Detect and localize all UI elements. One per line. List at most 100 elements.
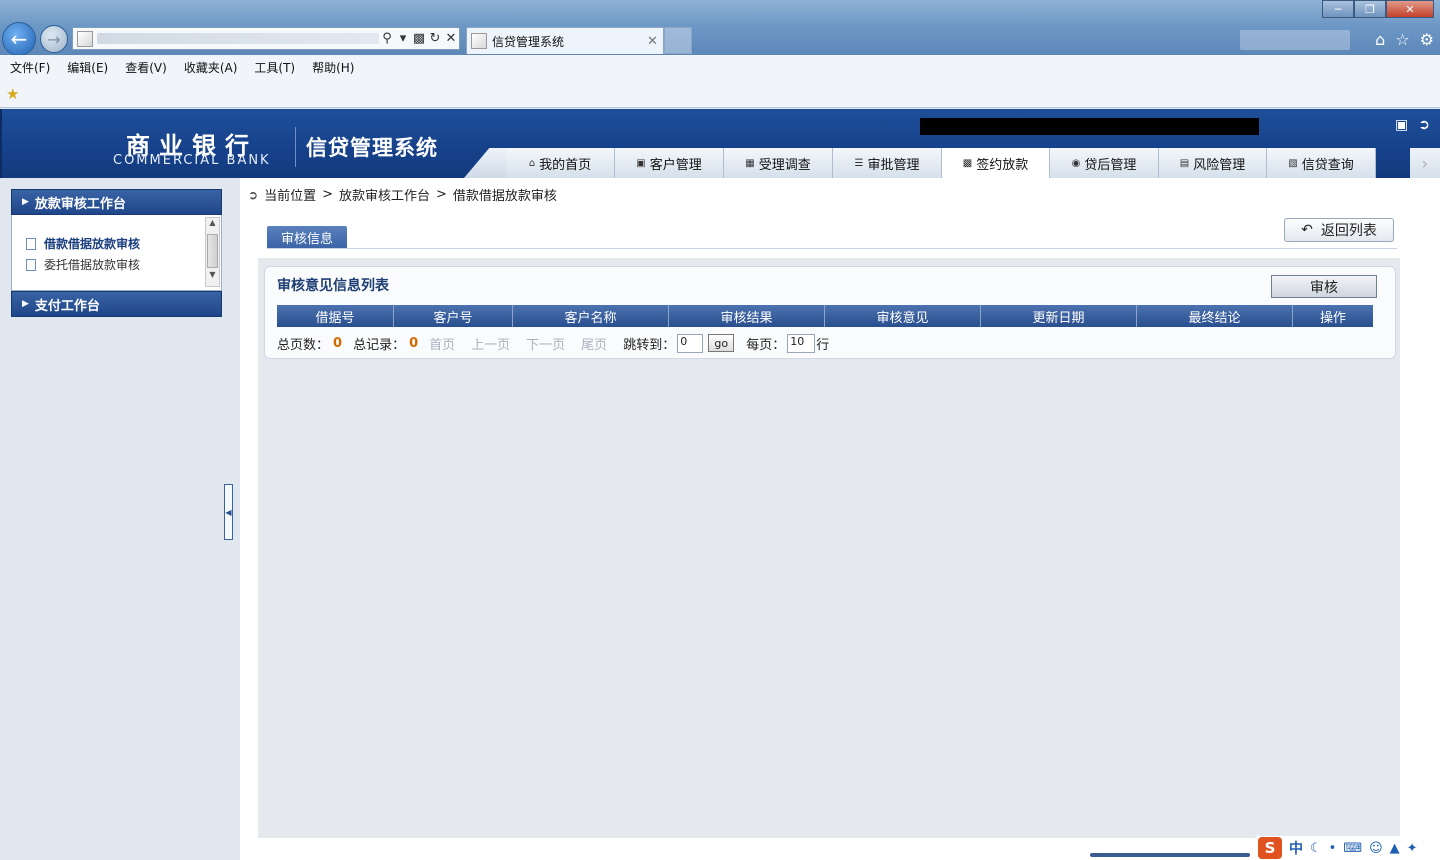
tab-risk[interactable]: ▤ 风险管理 <box>1159 148 1267 178</box>
stop-icon[interactable]: ✕ <box>443 31 459 46</box>
column-final-conclusion[interactable]: 最终结论 <box>1137 305 1293 327</box>
user-info-redacted <box>920 118 1259 135</box>
tab-customer[interactable]: ▣ 客户管理 <box>615 148 724 178</box>
sidebar-scrollbar[interactable]: ▲ ▼ <box>205 217 220 287</box>
close-window-button[interactable]: ✕ <box>1386 0 1434 18</box>
document-icon <box>26 237 36 250</box>
scroll-thumb[interactable] <box>207 234 218 268</box>
tab-label: 贷后管理 <box>1084 157 1137 173</box>
wrench-icon[interactable]: ✦ <box>1407 841 1418 856</box>
moon-icon[interactable]: ☾ <box>1310 841 1322 856</box>
image-icon: ▦ <box>745 157 755 169</box>
user-icon[interactable]: ☺ <box>1369 841 1383 856</box>
column-receipt-no[interactable]: 借据号 <box>277 305 394 327</box>
forward-button[interactable]: → <box>40 25 68 53</box>
back-button[interactable]: ← <box>2 22 36 56</box>
address-url-blurred[interactable] <box>97 33 379 44</box>
horizontal-scrollbar[interactable] <box>1090 853 1250 857</box>
column-customer-name[interactable]: 客户名称 <box>513 305 669 327</box>
nav-scroll-right[interactable]: › <box>1410 148 1440 178</box>
page-size-input[interactable]: 10 <box>787 333 816 353</box>
tab-label: 我的首页 <box>539 157 592 173</box>
column-customer-no[interactable]: 客户号 <box>394 305 513 327</box>
tab-label: 签约放款 <box>976 157 1029 173</box>
browser-tab-active[interactable]: 信贷管理系统 ✕ <box>466 27 664 54</box>
monitor-icon[interactable]: ▣ <box>1395 117 1408 133</box>
total-records-value: 0 <box>409 335 419 351</box>
sogou-logo-icon[interactable]: S <box>1258 837 1282 859</box>
breadcrumb-level1[interactable]: 放款审核工作台 <box>339 185 430 204</box>
list-icon: ☰ <box>854 157 864 169</box>
refresh-icon[interactable]: ↻ <box>427 31 443 46</box>
audit-opinion-panel: 审核意见信息列表 审核 借据号 客户号 客户名称 审核结果 审核意见 更新日期 … <box>264 266 1396 359</box>
minimize-button[interactable]: ─ <box>1322 0 1354 18</box>
menu-help[interactable]: 帮助(H) <box>312 59 354 76</box>
tab-approval[interactable]: ☰ 审批管理 <box>833 148 942 178</box>
compatibility-icon[interactable]: ▩ <box>411 31 427 46</box>
sidebar-collapse-handle[interactable]: ◀ <box>224 484 233 540</box>
browser-tools: ⌂ ☆ ⚙ <box>1375 30 1434 49</box>
gear-icon[interactable]: ⚙ <box>1420 30 1434 49</box>
breadcrumb: ➲ 当前位置 > 放款审核工作台 > 借款借据放款审核 <box>248 185 557 204</box>
tab-label: 受理调查 <box>758 157 811 173</box>
dropdown-icon[interactable]: ▾ <box>395 31 411 46</box>
scroll-up-icon[interactable]: ▲ <box>206 218 219 232</box>
sidebar-section-loan-audit[interactable]: ▶ 放款审核工作台 <box>11 189 222 215</box>
column-audit-result[interactable]: 审核结果 <box>669 305 825 327</box>
tab-signing-disbursement[interactable]: ▩ 签约放款 <box>942 148 1050 178</box>
last-page-link[interactable]: 尾页 <box>581 334 607 353</box>
add-favorite-icon[interactable]: ★ <box>6 85 19 103</box>
scroll-down-icon[interactable]: ▼ <box>206 270 219 284</box>
return-list-button[interactable]: ↶ 返回列表 <box>1284 218 1394 242</box>
sidebar-section-label: 支付工作台 <box>34 298 100 314</box>
menu-favorites[interactable]: 收藏夹(A) <box>184 59 238 76</box>
table-header: 借据号 客户号 客户名称 审核结果 审核意见 更新日期 最终结论 操作 <box>277 305 1373 327</box>
browser-tab-title: 信贷管理系统 <box>492 34 565 49</box>
punctuation-icon[interactable]: • <box>1329 841 1337 856</box>
column-actions[interactable]: 操作 <box>1293 305 1373 327</box>
breadcrumb-root: 当前位置 <box>264 189 317 204</box>
tab-audit-info[interactable]: 审核信息 <box>267 226 347 249</box>
column-audit-opinion[interactable]: 审核意见 <box>825 305 981 327</box>
logout-icon[interactable]: ➲ <box>1418 117 1430 133</box>
prev-page-link[interactable]: 上一页 <box>471 334 510 353</box>
menu-tools[interactable]: 工具(T) <box>254 59 295 76</box>
goto-page-input[interactable]: 0 <box>677 333 704 353</box>
favorites-star-icon[interactable]: ☆ <box>1395 30 1409 49</box>
search-icon[interactable]: ⚲ <box>379 31 395 46</box>
restore-button[interactable]: ❐ <box>1354 0 1386 18</box>
coin-icon: ◉ <box>1071 157 1081 169</box>
shirt-icon[interactable]: ▲ <box>1390 841 1400 856</box>
ime-mode-indicator[interactable]: 中 <box>1289 838 1303 858</box>
menu-edit[interactable]: 编辑(E) <box>67 59 108 76</box>
sidebar-section-payment[interactable]: ▶ 支付工作台 <box>11 291 222 317</box>
go-button[interactable]: go <box>708 334 735 352</box>
new-tab-button[interactable] <box>664 27 692 54</box>
menu-view[interactable]: 查看(V) <box>125 59 167 76</box>
tab-post-loan[interactable]: ◉ 贷后管理 <box>1050 148 1159 178</box>
arrow-left-icon: ← <box>10 27 28 51</box>
tab-label: 客户管理 <box>649 157 702 173</box>
browser-menubar: 文件(F) 编辑(E) 查看(V) 收藏夹(A) 工具(T) 帮助(H) <box>0 55 1440 80</box>
tab-label: 审批管理 <box>867 157 920 173</box>
total-records-label: 总记录： <box>353 337 406 353</box>
rows-unit-label: 行 <box>816 337 830 353</box>
tab-credit-query[interactable]: ▧ 信贷查询 <box>1267 148 1376 178</box>
menu-file[interactable]: 文件(F) <box>10 59 50 76</box>
address-bar[interactable]: ⚲ ▾ ▩ ↻ ✕ <box>72 27 460 50</box>
column-update-date[interactable]: 更新日期 <box>981 305 1137 327</box>
sidebar-item-loan-receipt-audit[interactable]: 借款借据放款审核 <box>26 235 140 252</box>
first-page-link[interactable]: 首页 <box>429 334 455 353</box>
sidebar-section-label: 放款审核工作台 <box>34 196 126 212</box>
keyboard-icon[interactable]: ⌨ <box>1343 841 1362 856</box>
main-nav: ⌂ 我的首页 ▣ 客户管理 ▦ 受理调查 ☰ 审批管理 ▩ 签约放款 ◉ 贷后管理 ▤ 风险管… <box>506 148 1440 178</box>
chevron-right-icon: › <box>1421 153 1429 173</box>
tab-home[interactable]: ⌂ 我的首页 <box>506 148 615 178</box>
next-page-link[interactable]: 下一页 <box>526 334 565 353</box>
tab-investigation[interactable]: ▦ 受理调查 <box>724 148 833 178</box>
ime-toolbar: S 中 ☾ • ⌨ ☺ ▲ ✦ <box>1256 836 1440 860</box>
home-icon[interactable]: ⌂ <box>1375 30 1385 49</box>
audit-button[interactable]: 审核 <box>1271 275 1377 298</box>
sidebar-item-entrusted-receipt-audit[interactable]: 委托借据放款审核 <box>26 256 140 273</box>
tab-close-icon[interactable]: ✕ <box>647 34 663 49</box>
